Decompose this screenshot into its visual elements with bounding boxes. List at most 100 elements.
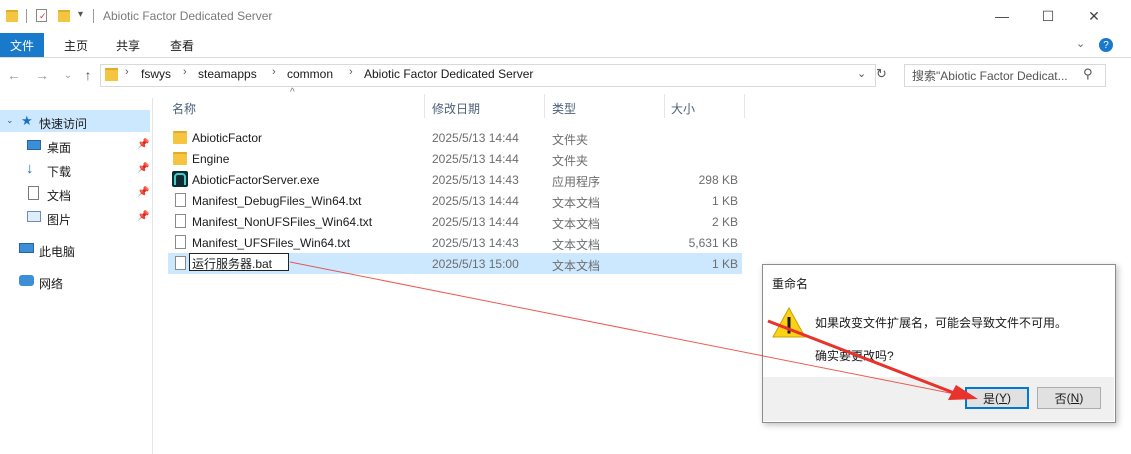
- sidebar-item-pictures[interactable]: [0, 206, 150, 228]
- network-icon: [19, 275, 34, 286]
- no-button-label: 否: [1054, 391, 1067, 406]
- folder-icon: [105, 68, 118, 81]
- yes-button[interactable]: 是(Y): [965, 387, 1029, 409]
- tab-share[interactable]: 共享: [104, 33, 152, 57]
- exe-icon: [172, 171, 188, 187]
- help-icon[interactable]: ?: [1099, 38, 1113, 52]
- column-divider[interactable]: [664, 94, 665, 118]
- rename-input[interactable]: 运行服务器.bat: [189, 253, 289, 271]
- sidebar-item-label: 网络: [39, 277, 64, 291]
- column-header-date[interactable]: 修改日期: [432, 100, 480, 117]
- sidebar-item-label: 此电脑: [39, 245, 76, 259]
- document-icon: [28, 186, 39, 200]
- file-date: 2025/5/13 14:44: [432, 215, 519, 229]
- scrollbar[interactable]: [1115, 94, 1131, 454]
- file-name: Manifest_UFSFiles_Win64.txt: [192, 236, 351, 250]
- tab-file[interactable]: 文件: [0, 33, 44, 57]
- tab-home[interactable]: 主页: [52, 33, 100, 57]
- pin-icon[interactable]: 📌: [137, 163, 149, 174]
- sidebar-item-downloads[interactable]: [0, 158, 150, 180]
- column-divider[interactable]: [544, 94, 545, 118]
- breadcrumb-item[interactable]: Abiotic Factor Dedicated Server: [364, 67, 533, 81]
- breadcrumb-item[interactable]: common: [287, 67, 333, 81]
- close-button[interactable]: ✕: [1071, 0, 1117, 32]
- file-name: AbioticFactorServer.exe: [192, 173, 320, 187]
- file-type: 文本文档: [552, 217, 601, 231]
- sort-ascending-icon: ^: [290, 87, 295, 98]
- download-icon: ↓: [26, 160, 34, 177]
- refresh-icon[interactable]: ↻: [876, 66, 887, 82]
- breadcrumb-separator-icon[interactable]: ›: [125, 66, 129, 78]
- file-name: Engine: [192, 152, 230, 166]
- file-name: Manifest_NonUFSFiles_Win64.txt: [192, 215, 373, 229]
- picture-icon: [27, 211, 41, 222]
- file-date: 2025/5/13 14:43: [432, 236, 519, 250]
- address-dropdown-icon[interactable]: ⌄: [857, 67, 866, 80]
- window-title: Abiotic Factor Dedicated Server: [103, 9, 273, 23]
- file-date: 2025/5/13 14:44: [432, 194, 519, 208]
- column-header-type[interactable]: 类型: [552, 100, 576, 117]
- sidebar-item-label: 图片: [47, 213, 72, 227]
- maximize-button[interactable]: ☐: [1025, 0, 1071, 32]
- divider: [26, 9, 27, 23]
- file-size: 1 KB: [711, 257, 738, 271]
- file-date: 2025/5/13 14:44: [432, 131, 519, 145]
- warning-icon: [772, 307, 806, 338]
- file-size: 1 KB: [711, 194, 738, 208]
- new-folder-icon[interactable]: [58, 10, 70, 22]
- sidebar-item-documents[interactable]: [0, 182, 150, 204]
- file-type: 文本文档: [552, 196, 601, 210]
- file-name: Manifest_DebugFiles_Win64.txt: [192, 194, 362, 208]
- back-arrow-icon[interactable]: ←: [4, 66, 24, 84]
- yes-button-accel: Y: [999, 391, 1008, 405]
- collapse-chevron-icon[interactable]: ⌄: [6, 115, 14, 126]
- file-type: 文本文档: [552, 259, 601, 273]
- file-type: 文件夹: [552, 154, 589, 168]
- column-divider[interactable]: [424, 94, 425, 118]
- tab-view[interactable]: 查看: [158, 33, 206, 57]
- dialog-question: 确实要更改吗?: [815, 349, 894, 363]
- recent-locations-chevron-icon[interactable]: ⌄: [58, 66, 78, 84]
- file-date: 2025/5/13 15:00: [432, 257, 519, 271]
- properties-icon[interactable]: ✓: [36, 9, 47, 22]
- search-placeholder: 搜索"Abiotic Factor Dedicat...: [912, 69, 1068, 83]
- file-date: 2025/5/13 14:43: [432, 173, 519, 187]
- column-header-name[interactable]: 名称: [172, 100, 196, 117]
- column-header-size[interactable]: 大小: [671, 100, 695, 117]
- breadcrumb-item[interactable]: fswys: [141, 67, 171, 81]
- no-button-accel: N: [1070, 391, 1080, 405]
- pin-icon[interactable]: 📌: [137, 187, 149, 198]
- text-file-icon: [175, 214, 186, 228]
- breadcrumb-item[interactable]: steamapps: [198, 67, 257, 81]
- file-name: AbioticFactor: [192, 131, 263, 145]
- breadcrumb-separator-icon[interactable]: ›: [272, 66, 276, 78]
- ribbon-expand-icon[interactable]: ⌄: [1076, 37, 1085, 50]
- quick-access-dropdown-icon[interactable]: ▾: [78, 9, 83, 20]
- file-date: 2025/5/13 14:44: [432, 152, 519, 166]
- pin-icon[interactable]: 📌: [137, 211, 149, 222]
- yes-button-label: 是: [982, 391, 995, 406]
- divider: [93, 9, 94, 23]
- folder-icon: [173, 152, 187, 165]
- pin-icon[interactable]: 📌: [137, 139, 149, 150]
- computer-icon: [19, 243, 34, 253]
- text-file-icon: [175, 256, 186, 270]
- minimize-button[interactable]: —: [979, 0, 1025, 32]
- sidebar-item-label: 桌面: [47, 141, 72, 155]
- breadcrumb-separator-icon[interactable]: ›: [349, 66, 353, 78]
- text-file-icon: [175, 193, 186, 207]
- folder-icon: [173, 131, 187, 144]
- breadcrumb-separator-icon[interactable]: ›: [183, 66, 187, 78]
- sidebar-item-desktop[interactable]: [0, 134, 150, 156]
- dialog-title: 重命名: [772, 277, 809, 291]
- file-type: 文本文档: [552, 238, 601, 252]
- no-button[interactable]: 否(N): [1037, 387, 1101, 409]
- sidebar-item-label: 快速访问: [39, 117, 88, 131]
- up-arrow-icon[interactable]: ↑: [78, 66, 98, 84]
- dialog-message: 如果改变文件扩展名，可能会导致文件不可用。: [815, 316, 1068, 330]
- forward-arrow-icon[interactable]: →: [32, 66, 52, 84]
- star-icon: ★: [21, 113, 33, 128]
- desktop-icon: [27, 140, 41, 150]
- search-icon[interactable]: ⚲: [1083, 66, 1093, 82]
- column-divider[interactable]: [744, 94, 745, 118]
